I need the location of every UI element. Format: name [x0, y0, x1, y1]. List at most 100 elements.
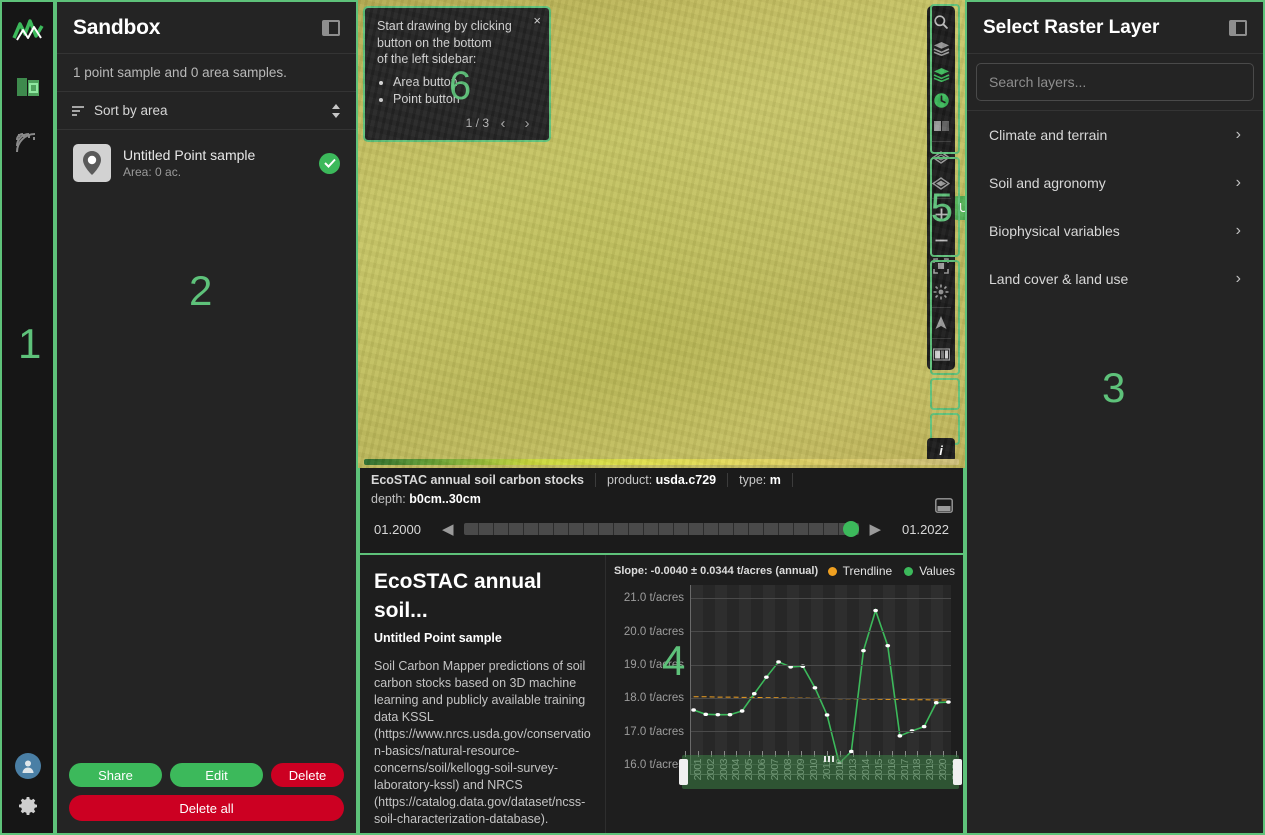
fit-bounds-icon[interactable] — [929, 254, 953, 278]
step-forward-icon[interactable]: ▶ — [869, 520, 881, 538]
sort-control[interactable]: Sort by area — [57, 92, 356, 130]
user-avatar-icon[interactable] — [14, 753, 41, 779]
raster-category-label: Soil and agronomy — [989, 175, 1106, 191]
toggle-bottom-panel-icon[interactable] — [935, 498, 953, 513]
chevron-right-icon: › — [1235, 270, 1241, 287]
logo-analytics-icon[interactable] — [9, 12, 47, 50]
chart-body: 16.0 t/acres 17.0 t/acres 18.0 t/acres 19.0… — [614, 585, 955, 775]
timeseries-chart: Slope: -0.0040 ± 0.0344 t/acres (annual)… — [606, 555, 963, 833]
compass-north-icon[interactable] — [929, 311, 953, 335]
chart-y-tick-label: 20.0 t/acres — [623, 625, 684, 638]
tour-line-2: button on the bottom — [377, 35, 492, 50]
share-button[interactable]: Share — [69, 763, 162, 787]
dataset-name: EcoSTAC annual soil carbon stocks — [371, 473, 585, 487]
app-root: 1 Sandbox 1 point sample and 0 area samp… — [0, 0, 1265, 835]
chart-data-point[interactable] — [788, 665, 794, 669]
zoom-out-icon[interactable] — [929, 228, 953, 252]
toolbar-divider — [931, 307, 951, 308]
chart-data-point[interactable] — [727, 712, 733, 717]
sidebar-item-biophysical-variables[interactable]: Biophysical variables › — [967, 207, 1263, 255]
action-button-row: Share Edit Delete — [69, 763, 344, 787]
legend-icon[interactable] — [929, 342, 953, 366]
basemap-outline-icon[interactable] — [929, 145, 953, 169]
close-icon[interactable]: × — [533, 12, 541, 29]
chevron-left-icon[interactable]: ‹ — [493, 114, 513, 134]
layers-active-icon[interactable] — [929, 62, 953, 86]
chart-data-point[interactable] — [776, 660, 781, 664]
chart-gridline — [691, 730, 951, 732]
chevron-right-icon: › — [1235, 222, 1241, 239]
chart-y-tick-label: 16.0 t/acres — [623, 759, 684, 771]
time-slider-row: 01.2000 ◀ ▶ 01.2022 — [360, 514, 963, 544]
sidebar-item-land-cover-land-use[interactable]: Land cover & land use › — [967, 255, 1263, 303]
chart-data-point[interactable] — [739, 709, 745, 713]
chart-data-point[interactable] — [873, 608, 878, 613]
chevron-right-icon: › — [1235, 174, 1241, 191]
map-canvas[interactable]: × Start drawing by clicking button on th… — [358, 0, 965, 468]
locate-crosshair-icon[interactable] — [929, 280, 953, 304]
range-handle-left[interactable] — [679, 759, 688, 785]
chart-plot-area[interactable] — [690, 585, 951, 775]
layers-stack-icon[interactable] — [929, 36, 953, 60]
step-back-icon[interactable]: ◀ — [442, 520, 454, 538]
step-number-3: 3 — [1102, 364, 1126, 411]
settings-gear-icon[interactable] — [16, 795, 40, 819]
chart-range-slider[interactable] — [679, 755, 962, 789]
bottom-panel: EcoSTAC annual soil... Untitled Point sa… — [358, 555, 965, 835]
sample-area: Area: 0 ac. — [123, 165, 182, 179]
chart-data-point[interactable] — [751, 692, 757, 696]
info-subtitle: Untitled Point sample — [374, 631, 502, 646]
time-end-date: 01.2022 — [902, 521, 949, 537]
sort-direction-icon[interactable] — [330, 103, 342, 119]
chart-data-point[interactable] — [885, 643, 891, 648]
time-clock-icon[interactable] — [929, 88, 953, 112]
edit-button[interactable]: Edit — [170, 763, 263, 787]
sidebar-item-soil-and-agronomy[interactable]: Soil and agronomy › — [967, 159, 1263, 207]
search-icon[interactable] — [929, 10, 953, 34]
delete-button[interactable]: Delete — [271, 763, 344, 787]
step-number-6: 6 — [449, 64, 472, 108]
chevron-right-icon[interactable]: › — [517, 114, 537, 134]
point-marker-icon — [73, 144, 111, 182]
collapse-panel-icon[interactable] — [1229, 19, 1247, 36]
step-number-2: 2 — [189, 267, 213, 314]
left-icon-rail: 1 — [0, 0, 55, 835]
sort-left-group: Sort by area — [71, 103, 168, 118]
chart-series-values — [694, 611, 949, 764]
chart-data-point[interactable] — [812, 686, 818, 690]
list-item-texts: Untitled Point sample Area: 0 ac. — [123, 147, 307, 179]
map-layers-icon[interactable] — [9, 68, 47, 106]
sample-selected-badge[interactable] — [319, 152, 340, 174]
chart-data-point[interactable] — [715, 712, 721, 717]
field-rows-icon[interactable] — [9, 124, 47, 162]
chart-data-point[interactable] — [933, 701, 939, 705]
range-handle-right[interactable] — [953, 759, 962, 785]
sandbox-panel: Sandbox 1 point sample and 0 area sample… — [55, 0, 358, 835]
chart-data-point[interactable] — [861, 648, 866, 653]
raster-layer-panel: Select Raster Layer Climate and terrain … — [965, 0, 1265, 835]
chart-data-point[interactable] — [946, 700, 951, 704]
range-grip[interactable] — [823, 756, 835, 762]
collapse-panel-icon[interactable] — [322, 19, 340, 36]
time-slider-track[interactable] — [463, 521, 860, 537]
chart-data-point[interactable] — [691, 708, 696, 712]
legend-values-label: Values — [919, 564, 955, 578]
map-column: × Start drawing by clicking button on th… — [358, 0, 1161, 835]
tour-tooltip: × Start drawing by clicking button on th… — [363, 6, 551, 142]
chart-data-point[interactable] — [897, 734, 903, 738]
delete-all-button[interactable]: Delete all — [69, 795, 344, 821]
dataset-info-pane: EcoSTAC annual soil... Untitled Point sa… — [360, 555, 606, 833]
chart-data-point[interactable] — [824, 713, 830, 717]
toolbar-divider — [931, 141, 951, 142]
rail-bottom-group — [2, 753, 53, 819]
raster-panel-title: Select Raster Layer — [983, 16, 1160, 38]
search-input[interactable] — [976, 63, 1254, 101]
chart-data-point[interactable] — [703, 712, 709, 717]
sandbox-header: Sandbox — [57, 2, 356, 54]
list-item[interactable]: Untitled Point sample Area: 0 ac. — [57, 130, 356, 196]
chart-data-point[interactable] — [921, 724, 927, 729]
chart-y-tick-label: 18.0 t/acres — [623, 692, 684, 705]
compare-split-icon[interactable] — [929, 114, 953, 138]
chart-data-point[interactable] — [764, 675, 769, 679]
sidebar-item-climate-and-terrain[interactable]: Climate and terrain › — [967, 111, 1263, 159]
